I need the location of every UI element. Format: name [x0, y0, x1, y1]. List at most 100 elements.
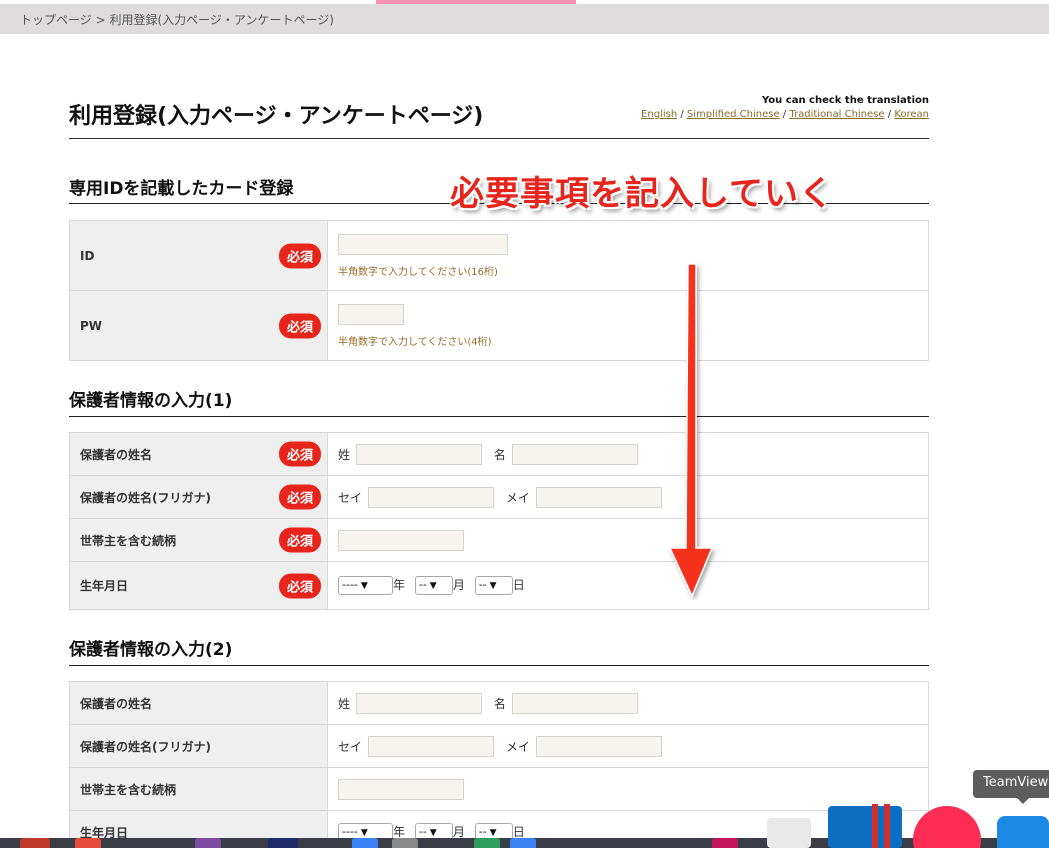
guardian-2-first-name-kana-input[interactable]: [535, 735, 662, 757]
row-label-cell: ID 必須: [69, 220, 328, 291]
guardian-2-last-name-input[interactable]: [356, 692, 483, 714]
language-separator: /: [887, 109, 892, 120]
chevron-down-icon: ▼: [489, 827, 497, 838]
breadcrumb-current: 利用登録(入力ページ・アンケートページ): [109, 13, 334, 27]
required-badge: 必須: [278, 441, 321, 467]
form-row-relation: 世帯主を含む続柄 必須: [69, 518, 929, 562]
row-label: 世帯主を含む続柄: [80, 782, 177, 797]
card-pw-input[interactable]: [338, 303, 404, 325]
form-row-relation: 世帯主を含む続柄: [69, 767, 929, 811]
id-hint: 半角数字で入力してください(16桁): [338, 266, 498, 278]
row-label: 保護者の姓名: [80, 696, 153, 711]
guardian-1-first-name-input[interactable]: [511, 443, 638, 465]
birth-day-select[interactable]: -- ▼: [474, 576, 513, 595]
required-badge: 必須: [278, 484, 321, 510]
sei-kana-label: セイ: [338, 490, 363, 505]
row-label: 保護者の姓名(フリガナ): [80, 490, 211, 505]
tab-divider: [776, 0, 777, 4]
day-unit: 日: [512, 824, 525, 839]
required-badge: 必須: [278, 313, 321, 338]
form-row-name: 保護者の姓名 必須 姓 名: [69, 432, 929, 476]
chevron-down-icon: ▼: [360, 581, 368, 591]
year-unit: 年: [393, 824, 406, 839]
top-navigation-bar: トップページ > 利用登録(入力ページ・アンケートページ): [0, 0, 1049, 34]
guardian-1-relation-input[interactable]: [338, 529, 464, 551]
day-unit: 日: [512, 578, 525, 592]
row-label: PW: [80, 318, 103, 333]
required-badge: 必須: [278, 243, 321, 268]
breadcrumb: トップページ > 利用登録(入力ページ・アンケートページ): [20, 11, 334, 28]
guardian-1-last-name-input[interactable]: [356, 443, 483, 465]
app-icon[interactable]: [75, 838, 101, 848]
app-icon[interactable]: [20, 838, 50, 848]
row-label-cell: 生年月日 必須: [69, 561, 328, 610]
tooltip-text: TeamView: [983, 775, 1049, 790]
required-badge: 必須: [278, 527, 321, 553]
birth-year-value: ----: [342, 578, 358, 591]
mei-label: 名: [493, 696, 506, 711]
app-icon[interactable]: [474, 838, 500, 848]
app-icon[interactable]: [510, 838, 536, 848]
birth-year-value: ----: [342, 824, 358, 838]
preview-app-icon[interactable]: [767, 818, 811, 848]
app-icon[interactable]: [195, 838, 221, 848]
row-label-cell: 保護者の姓名 必須: [69, 432, 328, 476]
row-field-cell: 半角数字で入力してください(4桁): [327, 290, 929, 361]
teamviewer-app-icon[interactable]: [997, 816, 1049, 848]
row-label: ID: [80, 248, 95, 263]
guardian-1-first-name-kana-input[interactable]: [535, 486, 662, 508]
row-label-cell: 世帯主を含む続柄 必須: [69, 518, 328, 562]
row-label-cell: 保護者の姓名: [69, 681, 328, 725]
birth-month-value: --: [418, 824, 427, 838]
row-field-cell: 姓 名: [327, 432, 929, 476]
chevron-down-icon: ▼: [429, 581, 437, 591]
row-label: 生年月日: [80, 579, 129, 593]
section-title-guardian-1: 保護者情報の入力(1): [69, 391, 233, 411]
guardian-2-last-name-kana-input[interactable]: [368, 735, 495, 757]
required-badge: 必須: [278, 573, 321, 598]
mei-kana-label: メイ: [505, 739, 530, 754]
birth-day-value: --: [478, 824, 487, 838]
app-icon[interactable]: [268, 838, 298, 848]
guardian-1-last-name-kana-input[interactable]: [368, 486, 495, 508]
section-divider: [69, 416, 929, 417]
birth-year-select[interactable]: ---- ▼: [338, 576, 393, 595]
sei-label: 姓: [338, 696, 351, 711]
mei-kana-label: メイ: [505, 490, 530, 505]
app-icon[interactable]: [392, 838, 418, 848]
windows-app-icon[interactable]: [828, 806, 902, 848]
app-icon[interactable]: [712, 838, 738, 848]
page-title: 利用登録(入力ページ・アンケートページ): [69, 104, 484, 129]
row-label: 保護者の姓名(フリガナ): [80, 739, 211, 754]
form-row-kana: 保護者の姓名(フリガナ) セイ メイ: [69, 724, 929, 768]
language-link-korean[interactable]: Korean: [894, 109, 929, 120]
form-row-birth: 生年月日 必須 ---- ▼ 年 -- ▼ 月 -- ▼ 日: [69, 561, 929, 610]
language-link-traditional-chinese[interactable]: Traditional Chinese: [789, 109, 884, 120]
row-field-cell: [327, 767, 929, 811]
card-id-input[interactable]: [338, 233, 508, 255]
tab-divider: [977, 0, 978, 4]
language-link-simplified-chinese[interactable]: Simplified Chinese: [687, 109, 780, 120]
chevron-down-icon: ▼: [429, 827, 437, 838]
sei-kana-label: セイ: [338, 739, 363, 754]
active-tab-indicator: [376, 0, 576, 4]
birth-day-value: --: [478, 578, 487, 591]
row-label: 保護者の姓名: [80, 447, 153, 462]
birth-month-select[interactable]: -- ▼: [414, 576, 453, 595]
translation-links: You can check the translation English / …: [641, 95, 929, 120]
parallels-bar-icon: [884, 804, 890, 848]
row-field-cell: [327, 518, 929, 562]
guardian-1-table: 保護者の姓名 必須 姓 名 保護者の姓名(フリガナ) 必須 セイ メイ 世帯主を…: [69, 432, 929, 610]
app-icon[interactable]: [352, 838, 378, 848]
language-link-english[interactable]: English: [641, 109, 677, 120]
tooltip-pointer: [1017, 798, 1029, 804]
teamviewer-tooltip: TeamView: [973, 770, 1049, 804]
row-field-cell: セイ メイ: [327, 724, 929, 768]
year-unit: 年: [393, 578, 406, 592]
guardian-2-relation-input[interactable]: [338, 778, 464, 800]
month-unit: 月: [452, 578, 465, 592]
form-row-kana: 保護者の姓名(フリガナ) 必須 セイ メイ: [69, 475, 929, 519]
guardian-2-first-name-input[interactable]: [511, 692, 638, 714]
card-registration-table: ID 必須 半角数字で入力してください(16桁) PW 必須 半角数字で入力して…: [69, 220, 929, 361]
breadcrumb-home-link[interactable]: トップページ: [20, 13, 92, 27]
